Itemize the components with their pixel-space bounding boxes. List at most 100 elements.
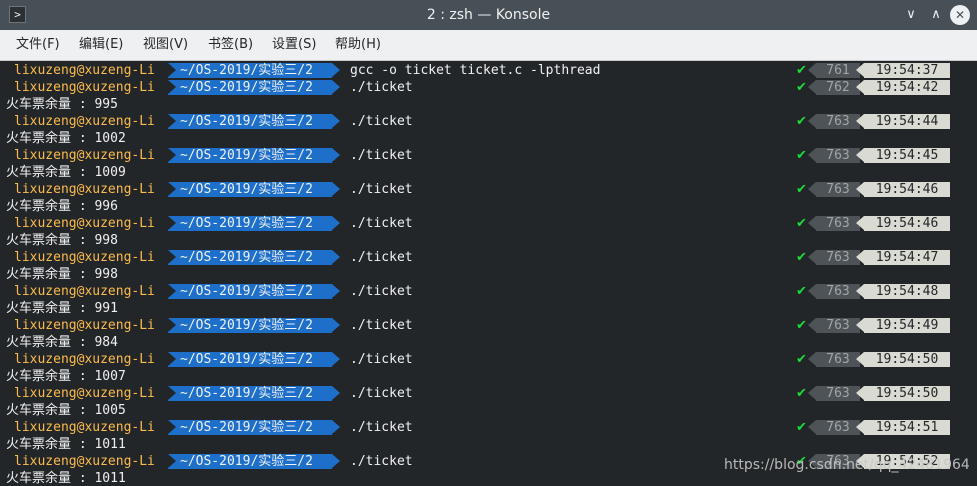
prompt-line: lixuzeng@xuzeng-Li ~/OS-2019/实验三/2 ./ticke… xyxy=(0,147,977,164)
prompt-path-segment: ~/OS-2019/实验三/2 xyxy=(168,63,340,78)
prompt-command: ./ticket xyxy=(350,80,413,95)
history-number: 763 xyxy=(808,352,860,367)
menu-bar: 文件(F) 编辑(E) 视图(V) 书签(B) 设置(S) 帮助(H) xyxy=(0,30,977,61)
minimize-button[interactable]: ∨ xyxy=(901,5,921,25)
prompt-user-host: lixuzeng@xuzeng-Li xyxy=(14,63,155,78)
output-line: 火车票余量 : 998 xyxy=(0,266,977,283)
prompt-time: 19:54:37 xyxy=(856,63,950,78)
prompt-user-host: lixuzeng@xuzeng-Li xyxy=(14,182,155,197)
output-line: 火车票余量 : 995 xyxy=(0,96,977,113)
prompt-path-segment: ~/OS-2019/实验三/2 xyxy=(168,114,340,129)
prompt-time: 19:54:46 xyxy=(856,182,950,197)
prompt-command: ./ticket xyxy=(350,318,413,333)
prompt-path-segment: ~/OS-2019/实验三/2 xyxy=(168,80,340,95)
prompt-user-host: lixuzeng@xuzeng-Li xyxy=(14,318,155,333)
prompt-time: 19:54:47 xyxy=(856,250,950,265)
success-check-icon: ✔ xyxy=(796,352,807,367)
success-check-icon: ✔ xyxy=(796,284,807,299)
prompt-user-host: lixuzeng@xuzeng-Li xyxy=(14,352,155,367)
ticket-output: 火车票余量 : 1002 xyxy=(6,131,126,146)
watermark: https://blog.csdn.net/qq_42481964 xyxy=(724,457,970,473)
menu-settings[interactable]: 设置(S) xyxy=(272,30,316,60)
prompt-time: 19:54:50 xyxy=(856,352,950,367)
output-line: 火车票余量 : 1011 xyxy=(0,436,977,453)
history-number: 763 xyxy=(808,318,860,333)
maximize-button[interactable]: ∧ xyxy=(926,5,946,25)
history-number: 763 xyxy=(808,250,860,265)
success-check-icon: ✔ xyxy=(796,250,807,265)
prompt-user-host: lixuzeng@xuzeng-Li xyxy=(14,454,155,469)
history-number: 762 xyxy=(808,80,860,95)
menu-file[interactable]: 文件(F) xyxy=(16,30,60,60)
success-check-icon: ✔ xyxy=(796,386,807,401)
prompt-time: 19:54:46 xyxy=(856,216,950,231)
prompt-command: gcc -o ticket ticket.c -lpthread xyxy=(350,63,601,78)
prompt-user-host: lixuzeng@xuzeng-Li xyxy=(14,250,155,265)
ticket-output: 火车票余量 : 998 xyxy=(6,233,118,248)
prompt-command: ./ticket xyxy=(350,454,413,469)
prompt-user-host: lixuzeng@xuzeng-Li xyxy=(14,386,155,401)
prompt-time: 19:54:51 xyxy=(856,420,950,435)
prompt-user-host: lixuzeng@xuzeng-Li xyxy=(14,80,155,95)
prompt-command: ./ticket xyxy=(350,284,413,299)
history-number: 763 xyxy=(808,148,860,163)
success-check-icon: ✔ xyxy=(796,318,807,333)
prompt-path-segment: ~/OS-2019/实验三/2 xyxy=(168,148,340,163)
konsole-window: > 2 : zsh — Konsole ∨ ∧ ✕ 文件(F) 编辑(E) 视图… xyxy=(0,0,977,486)
success-check-icon: ✔ xyxy=(796,63,807,78)
success-check-icon: ✔ xyxy=(796,216,807,231)
prompt-path-segment: ~/OS-2019/实验三/2 xyxy=(168,454,340,469)
prompt-line: lixuzeng@xuzeng-Li ~/OS-2019/实验三/2 gcc -o … xyxy=(0,62,977,79)
output-line: 火车票余量 : 1002 xyxy=(0,130,977,147)
window-title: 2 : zsh — Konsole xyxy=(426,7,551,23)
prompt-command: ./ticket xyxy=(350,352,413,367)
title-bar[interactable]: > 2 : zsh — Konsole ∨ ∧ ✕ xyxy=(0,0,977,30)
success-check-icon: ✔ xyxy=(796,114,807,129)
prompt-line: lixuzeng@xuzeng-Li ~/OS-2019/实验三/2 ./ticke… xyxy=(0,283,977,300)
prompt-user-host: lixuzeng@xuzeng-Li xyxy=(14,114,155,129)
menu-bookmarks[interactable]: 书签(B) xyxy=(208,30,253,60)
prompt-command: ./ticket xyxy=(350,386,413,401)
ticket-output: 火车票余量 : 998 xyxy=(6,267,118,282)
success-check-icon: ✔ xyxy=(796,80,807,95)
ticket-output: 火车票余量 : 995 xyxy=(6,97,118,112)
menu-edit[interactable]: 编辑(E) xyxy=(79,30,123,60)
output-line: 火车票余量 : 984 xyxy=(0,334,977,351)
history-number: 761 xyxy=(808,63,860,78)
prompt-path-segment: ~/OS-2019/实验三/2 xyxy=(168,284,340,299)
prompt-line: lixuzeng@xuzeng-Li ~/OS-2019/实验三/2 ./ticke… xyxy=(0,317,977,334)
ticket-output: 火车票余量 : 996 xyxy=(6,199,118,214)
prompt-line: lixuzeng@xuzeng-Li ~/OS-2019/实验三/2 ./ticke… xyxy=(0,215,977,232)
prompt-path-segment: ~/OS-2019/实验三/2 xyxy=(168,216,340,231)
close-button[interactable]: ✕ xyxy=(950,5,970,25)
prompt-user-host: lixuzeng@xuzeng-Li xyxy=(14,148,155,163)
ticket-output: 火车票余量 : 991 xyxy=(6,301,118,316)
success-check-icon: ✔ xyxy=(796,182,807,197)
ticket-output: 火车票余量 : 984 xyxy=(6,335,118,350)
ticket-output: 火车票余量 : 1011 xyxy=(6,437,126,452)
history-number: 763 xyxy=(808,182,860,197)
prompt-path-segment: ~/OS-2019/实验三/2 xyxy=(168,420,340,435)
prompt-command: ./ticket xyxy=(350,250,413,265)
ticket-output: 火车票余量 : 1009 xyxy=(6,165,126,180)
prompt-path-segment: ~/OS-2019/实验三/2 xyxy=(168,386,340,401)
prompt-user-host: lixuzeng@xuzeng-Li xyxy=(14,284,155,299)
prompt-time: 19:54:44 xyxy=(856,114,950,129)
prompt-time: 19:54:48 xyxy=(856,284,950,299)
ticket-output: 火车票余量 : 1005 xyxy=(6,403,126,418)
output-line: 火车票余量 : 1007 xyxy=(0,368,977,385)
menu-help[interactable]: 帮助(H) xyxy=(335,30,381,60)
output-line: 火车票余量 : 996 xyxy=(0,198,977,215)
ticket-output: 火车票余量 : 1011 xyxy=(6,471,126,486)
output-line: 火车票余量 : 991 xyxy=(0,300,977,317)
prompt-time: 19:54:49 xyxy=(856,318,950,333)
success-check-icon: ✔ xyxy=(796,420,807,435)
terminal-view[interactable]: lixuzeng@xuzeng-Li ~/OS-2019/实验三/2 gcc -o … xyxy=(0,61,977,486)
prompt-path-segment: ~/OS-2019/实验三/2 xyxy=(168,352,340,367)
prompt-line: lixuzeng@xuzeng-Li ~/OS-2019/实验三/2 ./ticke… xyxy=(0,351,977,368)
menu-view[interactable]: 视图(V) xyxy=(143,30,188,60)
success-check-icon: ✔ xyxy=(796,148,807,163)
prompt-line: lixuzeng@xuzeng-Li ~/OS-2019/实验三/2 ./ticke… xyxy=(0,419,977,436)
prompt-path-segment: ~/OS-2019/实验三/2 xyxy=(168,182,340,197)
prompt-command: ./ticket xyxy=(350,114,413,129)
